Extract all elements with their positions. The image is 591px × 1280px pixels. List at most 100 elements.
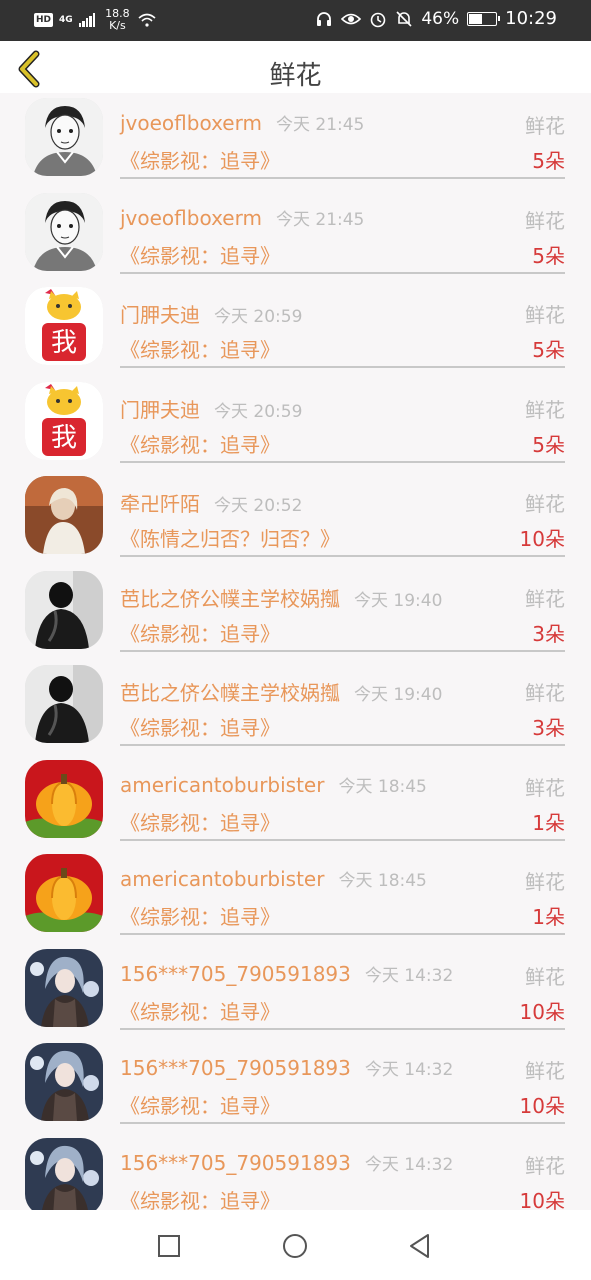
divider: [120, 366, 565, 368]
user-name-text: 156***705_790591893: [120, 1056, 351, 1080]
signal-icon: [78, 13, 96, 27]
divider: [120, 177, 565, 179]
user-name[interactable]: 门胛夫迪 今天 20:59: [120, 394, 302, 423]
book-title[interactable]: 《综影视：追寻》: [120, 240, 280, 269]
list-item[interactable]: americantoburbister 今天 18:45 鲜花《综影视：追寻》 1朵: [0, 849, 591, 944]
gift-type-label: 鲜花: [525, 964, 565, 989]
user-name[interactable]: americantoburbister 今天 18:45: [120, 772, 427, 797]
avatar[interactable]: [25, 192, 103, 271]
time-stamp: 今天 21:45: [275, 115, 365, 135]
list-item[interactable]: jvoeoflboxerm 今天 21:45 鲜花 《综影视：追寻》 5朵: [0, 188, 591, 283]
status-left: HD 4G 18.8 K/s: [34, 8, 156, 32]
book-title[interactable]: 《综影视：追寻》: [120, 429, 280, 458]
wifi-icon: [138, 13, 156, 27]
user-name[interactable]: americantoburbister 今天 18:45: [120, 866, 427, 891]
book-title[interactable]: 《综影视：追寻》: [120, 618, 280, 647]
book-title[interactable]: 《综影视：追寻》: [120, 712, 280, 741]
user-name[interactable]: 芭比之侪公幞主学校娲摦 今天 19:40: [120, 677, 442, 706]
time-stamp: 今天 20:59: [214, 401, 303, 422]
gift-count: 1朵: [532, 905, 565, 929]
avatar[interactable]: [25, 98, 103, 176]
list-item[interactable]: jvoeoflboxerm 今天 21:45 鲜花《综影视：追寻》 5朵: [0, 93, 591, 188]
gift-count: 5朵: [532, 149, 565, 173]
system-nav-bar: [0, 1210, 591, 1280]
user-name[interactable]: jvoeoflboxerm 今天 21:45: [120, 110, 364, 135]
user-name-text: 门胛夫迪: [120, 397, 200, 422]
avatar[interactable]: 我: [25, 287, 103, 365]
list-item[interactable]: 芭比之侪公幞主学校娲摦 今天 19:40 鲜花 《综影视：追寻》 3朵: [0, 660, 591, 755]
list-item[interactable]: 我 门胛夫迪 今天 20:59 鲜花 《综影视：追寻》 5朵: [0, 377, 591, 472]
gift-count: 10朵: [519, 999, 565, 1024]
gift-type-label: 鲜花: [525, 775, 565, 800]
gift-type-label: 鲜花: [525, 1059, 565, 1083]
user-name[interactable]: 156***705_790591893 今天 14:32: [120, 961, 453, 986]
circle-home-icon[interactable]: [281, 1232, 309, 1260]
list-item[interactable]: 牵卍阡陌 今天 20:52 鲜花 《陈情之归否？归否？》 10朵: [0, 471, 591, 566]
gift-type-label: 鲜花: [525, 586, 565, 611]
avatar[interactable]: [25, 665, 103, 743]
user-name-text: 芭比之侪公幞主学校娲摦: [120, 681, 340, 705]
book-title[interactable]: 《陈情之归否？归否？》: [120, 523, 340, 552]
divider: [120, 271, 565, 274]
book-title[interactable]: 《综影视：追寻》: [120, 996, 280, 1025]
list-item[interactable]: americantoburbister 今天 18:45 鲜花《综影视：追寻》 1朵: [0, 755, 591, 850]
avatar[interactable]: [25, 570, 103, 649]
time-stamp: 今天 19:40: [354, 590, 443, 611]
book-title[interactable]: 《综影视：追寻》: [120, 1090, 280, 1119]
triangle-back-icon[interactable]: [406, 1232, 434, 1260]
user-name[interactable]: jvoeoflboxerm 今天 21:45: [120, 205, 364, 230]
user-name[interactable]: 牵卍阡陌 今天 20:52: [120, 488, 302, 517]
time-stamp: 今天 18:45: [338, 871, 427, 891]
user-name-text: jvoeoflboxerm: [120, 111, 262, 135]
avatar[interactable]: 我: [25, 381, 103, 460]
book-title[interactable]: 《综影视：追寻》: [120, 145, 280, 174]
speed-unit: K/s: [109, 19, 126, 32]
gift-count: 5朵: [532, 243, 565, 268]
gift-count: 1朵: [532, 810, 565, 835]
status-right: 46% 10:29: [315, 8, 557, 29]
list-item[interactable]: 156***705_790591893 今天 14:32 鲜花《综影视：追寻》 10朵: [0, 944, 591, 1039]
divider: [120, 649, 565, 652]
book-title[interactable]: 《综影视：追寻》: [120, 1185, 280, 1211]
user-name[interactable]: 芭比之侪公幞主学校娲摦 今天 19:40: [120, 583, 442, 612]
time-stamp: 今天 18:45: [338, 776, 427, 797]
list-item[interactable]: 我 门胛夫迪 今天 20:59 鲜花 《综影视：追寻》 5朵: [0, 282, 591, 377]
headset-icon: [317, 11, 332, 26]
user-name-text: americantoburbister: [120, 772, 325, 797]
user-name-text: americantoburbister: [120, 867, 325, 891]
gift-count: 10朵: [519, 1188, 565, 1211]
list-item[interactable]: 156***705_790591893 今天 14:32 鲜花 《综影视：追寻》 10朵: [0, 1133, 591, 1211]
book-title[interactable]: 《综影视：追寻》: [120, 334, 280, 363]
avatar[interactable]: [25, 476, 103, 554]
time-stamp: 今天 19:40: [354, 685, 443, 705]
divider: [120, 933, 565, 935]
gift-type-label: 鲜花: [525, 492, 565, 516]
avatar[interactable]: [25, 948, 103, 1027]
divider: [120, 838, 565, 841]
square-recents-icon[interactable]: [155, 1232, 183, 1260]
network-type: 4G: [59, 14, 73, 25]
divider: [120, 744, 565, 746]
user-name[interactable]: 门胛夫迪 今天 20:59: [120, 299, 302, 328]
divider: [120, 1027, 565, 1030]
avatar[interactable]: [25, 759, 103, 838]
list-item[interactable]: 芭比之侪公幞主学校娲摦 今天 19:40 鲜花 《综影视：追寻》 3朵: [0, 566, 591, 661]
book-title[interactable]: 《综影视：追寻》: [120, 807, 280, 836]
list-item[interactable]: 156***705_790591893 今天 14:32 鲜花 《综影视：追寻》 10朵: [0, 1038, 591, 1133]
gift-type-label: 鲜花: [525, 870, 565, 894]
user-name[interactable]: 156***705_790591893 今天 14:32: [120, 1055, 453, 1080]
svg-text:我: 我: [51, 328, 77, 358]
title-bar: 鲜花: [0, 41, 591, 93]
avatar[interactable]: [25, 1043, 103, 1121]
book-title[interactable]: 《综影视：追寻》: [120, 901, 280, 930]
avatar[interactable]: [25, 1137, 103, 1210]
hd-badge: HD: [34, 13, 54, 27]
user-name-text: jvoeoflboxerm: [120, 205, 262, 230]
avatar[interactable]: [25, 854, 103, 932]
gift-type-label: 鲜花: [525, 114, 565, 138]
clock: 10:29: [505, 8, 557, 29]
gift-record-list[interactable]: jvoeoflboxerm 今天 21:45 鲜花 《综影视：追寻》 5朵 jvoeofl…: [0, 93, 591, 1210]
mute-icon: [396, 10, 412, 27]
user-name[interactable]: 156***705_790591893 今天 14:32: [120, 1150, 453, 1175]
page-title: 鲜花: [269, 61, 322, 91]
